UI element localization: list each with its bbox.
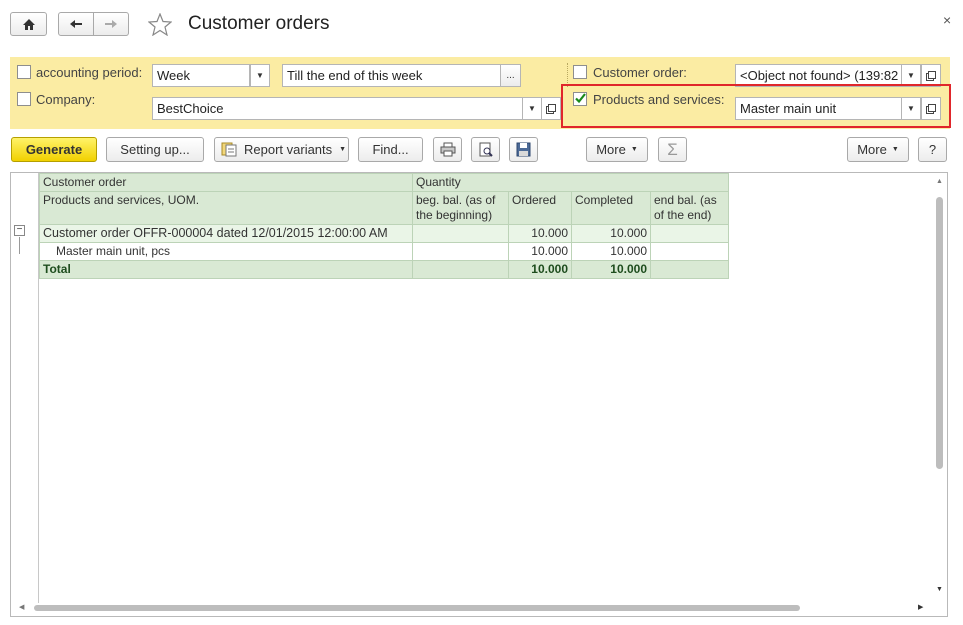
products-services-open-button[interactable] [921, 97, 941, 120]
setting-up-button[interactable]: Setting up... [106, 137, 204, 162]
detail-beg [412, 242, 509, 261]
report-variants-icon [221, 142, 237, 157]
company-label: Company: [36, 92, 96, 107]
arrow-left-icon [70, 20, 82, 28]
print-button[interactable] [433, 137, 462, 162]
period-end-field[interactable]: Till the end of this week [282, 64, 501, 87]
header-beg-bal: beg. bal. (as of the beginning) [412, 191, 509, 225]
header-row: Products and services, UOM. beg. bal. (a… [39, 191, 729, 225]
find-button[interactable]: Find... [358, 137, 423, 162]
favorite-star[interactable] [147, 12, 173, 39]
customer-order-label: Customer order: [593, 65, 687, 80]
group-tree-line [19, 237, 20, 254]
total-ordered: 10.000 [508, 260, 572, 279]
products-services-field[interactable]: Master main unit [735, 97, 902, 120]
sum-button[interactable]: Σ [658, 137, 687, 162]
report-table: Customer order Quantity Products and ser… [39, 173, 729, 279]
group-label: Customer order OFFR-000004 dated 12/01/2… [39, 224, 413, 243]
generate-button[interactable]: Generate [11, 137, 97, 162]
header-end-bal: end bal. (as of the end) [650, 191, 729, 225]
group-beg [412, 224, 509, 243]
chevron-down-icon: ▼ [256, 71, 264, 80]
open-window-icon [926, 103, 936, 114]
home-button[interactable] [10, 12, 47, 36]
report-variants-button[interactable]: Report variants ▼ [214, 137, 349, 162]
chevron-down-icon: ▼ [907, 71, 915, 80]
scroll-right-arrow-icon[interactable]: ▶ [918, 603, 923, 611]
products-services-dropdown-button[interactable]: ▼ [901, 97, 921, 120]
more-button-1[interactable]: More ▼ [586, 137, 648, 162]
company-dropdown-button[interactable]: ▼ [522, 97, 542, 120]
chevron-down-icon: ▼ [907, 104, 915, 113]
table-row[interactable]: Customer order OFFR-000004 dated 12/01/2… [39, 224, 729, 243]
group-ordered: 10.000 [508, 224, 572, 243]
header-quantity: Quantity [412, 173, 729, 192]
total-row[interactable]: Total 10.000 10.000 [39, 260, 729, 279]
forward-button[interactable] [93, 12, 129, 36]
customer-order-checkbox[interactable] [573, 65, 587, 79]
page-title: Customer orders [188, 13, 330, 34]
back-button[interactable] [58, 12, 94, 36]
chevron-down-icon: ▼ [339, 146, 347, 153]
more-label: More [596, 142, 626, 157]
total-completed: 10.000 [571, 260, 651, 279]
more-label: More [857, 142, 887, 157]
header-ordered: Ordered [508, 191, 572, 225]
total-end [650, 260, 729, 279]
sigma-icon: Σ [667, 139, 678, 159]
open-window-icon [546, 103, 556, 114]
scroll-down-arrow-icon[interactable]: ▼ [936, 586, 943, 593]
chevron-down-icon: ▼ [891, 146, 899, 153]
detail-end [650, 242, 729, 261]
period-select-button[interactable]: ... [500, 64, 521, 87]
accounting-period-label: accounting period: [36, 65, 143, 80]
header-completed: Completed [571, 191, 651, 225]
products-services-label: Products and services: [593, 92, 725, 107]
vertical-scrollbar-thumb[interactable] [936, 197, 943, 469]
scroll-up-arrow-icon[interactable]: ▲ [936, 178, 943, 185]
collapse-group-icon[interactable]: − [14, 225, 25, 236]
company-checkbox[interactable] [17, 92, 31, 106]
group-end [650, 224, 729, 243]
products-services-checkbox[interactable] [573, 92, 587, 106]
detail-completed: 10.000 [571, 242, 651, 261]
help-button[interactable]: ? [918, 137, 947, 162]
header-customer-order: Customer order [39, 173, 413, 192]
total-beg [412, 260, 509, 279]
home-icon [22, 18, 35, 30]
group-completed: 10.000 [571, 224, 651, 243]
printer-icon [440, 142, 455, 157]
company-open-button[interactable] [541, 97, 561, 120]
scroll-left-arrow-icon[interactable]: ◀ [19, 603, 24, 611]
header-products-uom: Products and services, UOM. [39, 191, 413, 225]
horizontal-scrollbar-thumb[interactable] [34, 605, 800, 611]
detail-label: Master main unit, pcs [39, 242, 413, 261]
accounting-period-checkbox[interactable] [17, 65, 31, 79]
preview-button[interactable] [471, 137, 500, 162]
chevron-down-icon: ▼ [528, 104, 536, 113]
save-disk-icon [516, 142, 531, 157]
total-label: Total [39, 260, 413, 279]
company-field[interactable]: BestChoice [152, 97, 526, 120]
report-variants-label: Report variants [244, 142, 333, 157]
print-preview-icon [479, 142, 493, 157]
period-select[interactable]: Week [152, 64, 250, 87]
detail-ordered: 10.000 [508, 242, 572, 261]
close-icon[interactable]: × [943, 12, 951, 28]
check-icon [575, 93, 586, 104]
more-button-2[interactable]: More ▼ [847, 137, 909, 162]
open-window-icon [926, 70, 936, 81]
table-row[interactable]: Master main unit, pcs 10.000 10.000 [39, 242, 729, 261]
period-dropdown-button[interactable]: ▼ [250, 64, 270, 87]
star-icon [147, 12, 173, 37]
chevron-down-icon: ▼ [630, 146, 638, 153]
save-button[interactable] [509, 137, 538, 162]
header-row: Customer order Quantity [39, 173, 729, 192]
arrow-right-icon [105, 20, 117, 28]
